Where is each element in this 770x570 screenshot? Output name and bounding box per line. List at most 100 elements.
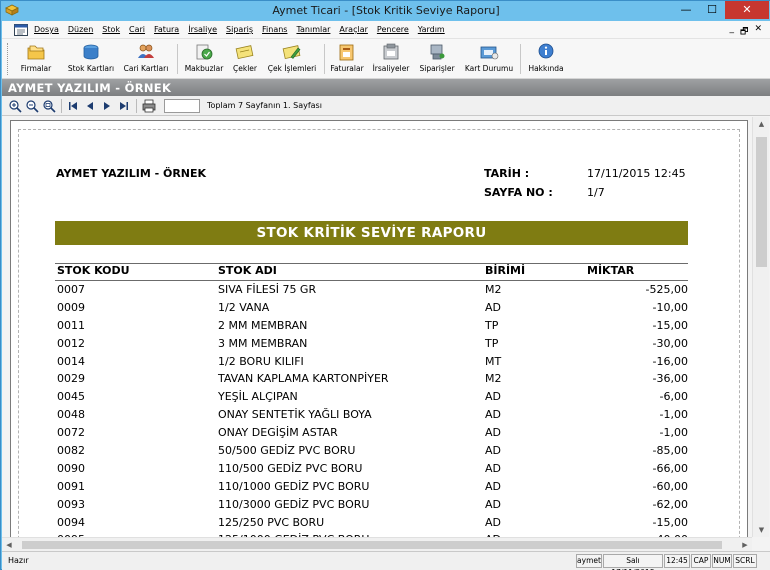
menu-stok[interactable]: Stok <box>102 25 120 34</box>
folders-icon <box>27 45 45 60</box>
cell-unit: AD <box>485 300 501 314</box>
zoom-out-icon[interactable] <box>25 99 39 113</box>
cell-name: 110/500 GEDİZ PVC BORU <box>218 461 363 475</box>
cari-kartlari-button[interactable]: Cari Kartları <box>120 41 172 77</box>
company-name: AYMET YAZILIM - ÖRNEK <box>8 81 172 95</box>
scroll-right-arrow-icon[interactable]: ▶ <box>738 538 752 552</box>
cell-qty: -10,00 <box>652 300 688 314</box>
report-company: AYMET YAZILIM - ÖRNEK <box>56 167 207 180</box>
close-button[interactable]: ✕ <box>725 1 769 19</box>
report-date-label: TARİH : <box>484 167 530 180</box>
first-page-icon[interactable] <box>66 99 80 113</box>
menu-araclar[interactable]: Araçlar <box>339 25 367 34</box>
zoom-fit-icon[interactable] <box>42 99 56 113</box>
table-row: 0093 110/3000 GEDİZ PVC BORU AD -62,00 <box>55 498 688 516</box>
vertical-scrollbar[interactable]: ▲ ▼ <box>752 117 769 537</box>
cell-name: YEŞİL ALÇIPAN <box>218 390 298 404</box>
table-row: 0011 2 MM MEMBRAN TP -15,00 <box>55 319 688 337</box>
cell-code: 0014 <box>57 354 85 368</box>
menu-duzen[interactable]: Düzen <box>68 25 93 34</box>
toolbar-grip[interactable] <box>7 43 10 75</box>
menu-fatura[interactable]: Fatura <box>154 25 179 34</box>
title-bar[interactable]: Aymet Ticari - [Stok Kritik Seviye Rapor… <box>1 1 770 21</box>
hakkinda-button[interactable]: Hakkında <box>526 41 566 77</box>
minimize-button[interactable]: — <box>673 1 699 19</box>
firmalar-button[interactable]: Firmalar <box>16 41 56 77</box>
cell-unit: AD <box>485 408 501 422</box>
zoom-in-icon[interactable] <box>8 99 22 113</box>
menu-yardim[interactable]: Yardım <box>418 25 445 34</box>
last-page-icon[interactable] <box>117 99 131 113</box>
cell-name: 125/250 PVC BORU <box>218 515 325 529</box>
document-window-icon[interactable] <box>14 24 28 36</box>
cell-unit: M2 <box>485 283 502 296</box>
report-page-label: SAYFA NO : <box>484 186 553 199</box>
menu-cari[interactable]: Cari <box>129 25 145 34</box>
cell-name: 1/2 VANA <box>218 300 270 314</box>
cek-islemleri-button[interactable]: Çek İşlemleri <box>264 41 320 77</box>
cell-code: 0011 <box>57 318 85 332</box>
check-operations-icon <box>282 45 301 60</box>
kart-durumu-button[interactable]: Kart Durumu <box>464 41 514 77</box>
delivery-notes-icon <box>383 43 399 60</box>
next-page-icon[interactable] <box>100 99 114 113</box>
table-row: 0012 3 MM MEMBRAN TP -30,00 <box>55 337 688 355</box>
maximize-button[interactable]: ☐ <box>699 1 725 19</box>
makbuzlar-button[interactable]: Makbuzlar <box>182 41 226 77</box>
menu-dosya[interactable]: Dosya <box>34 25 59 34</box>
header-bottom-rule <box>55 280 688 281</box>
stok-kartlari-label: Stok Kartları <box>67 64 115 73</box>
stok-kartlari-button[interactable]: Stok Kartları <box>64 41 118 77</box>
vertical-scroll-thumb[interactable] <box>756 137 767 267</box>
page-number-input[interactable] <box>164 99 200 113</box>
column-header-code: STOK KODU <box>57 264 130 277</box>
app-window: Aymet Ticari - [Stok Kritik Seviye Rapor… <box>0 0 770 570</box>
cell-unit: AD <box>485 444 501 458</box>
cell-name: 2 MM MEMBRAN <box>218 318 308 332</box>
menu-tanimlar[interactable]: Tanımlar <box>296 25 330 34</box>
cell-qty: -525,00 <box>645 283 688 296</box>
print-icon[interactable] <box>142 99 156 113</box>
cell-unit: AD <box>485 426 501 440</box>
previous-page-icon[interactable] <box>83 99 97 113</box>
horizontal-scroll-thumb[interactable] <box>22 541 722 549</box>
scroll-up-arrow-icon[interactable]: ▲ <box>753 117 770 131</box>
column-header-qty: MİKTAR <box>587 264 635 277</box>
cekler-button[interactable]: Çekler <box>230 41 260 77</box>
report-date-value: 17/11/2015 12:45 <box>587 167 686 180</box>
cell-unit: MT <box>485 354 502 368</box>
cell-code: 0091 <box>57 479 85 493</box>
faturalar-button[interactable]: Faturalar <box>328 41 366 77</box>
report-column-headers: STOK KODU STOK ADI BİRİMİ MİKTAR <box>55 264 688 280</box>
cek-islemleri-label: Çek İşlemleri <box>267 64 317 73</box>
menu-bar: Dosya Düzen Stok Cari Fatura İrsaliye Si… <box>2 21 770 39</box>
cell-unit: AD <box>485 497 501 511</box>
scroll-left-arrow-icon[interactable]: ◀ <box>2 538 16 552</box>
table-row: 0094 125/250 PVC BORU AD -15,00 <box>55 516 688 534</box>
table-row: 0029 TAVAN KAPLAMA KARTONPİYER M2 -36,00 <box>55 372 688 390</box>
menu-siparis[interactable]: Sipariş <box>226 25 253 34</box>
cell-qty: -60,00 <box>652 479 688 493</box>
cell-code: 0029 <box>57 372 85 386</box>
status-time: 12:45 <box>664 554 690 568</box>
cell-unit: AD <box>485 461 501 475</box>
horizontal-scrollbar[interactable]: ◀ ▶ <box>2 537 752 551</box>
cell-name: TAVAN KAPLAMA KARTONPİYER <box>218 372 389 386</box>
siparisler-button[interactable]: Siparişler <box>416 41 458 77</box>
cell-name: ONAY SENTETİK YAĞLI BOYA <box>218 408 372 422</box>
column-header-unit: BİRİMİ <box>485 264 526 277</box>
irsaliyeler-button[interactable]: İrsaliyeler <box>370 41 412 77</box>
menu-irsaliye[interactable]: İrsaliye <box>188 25 217 34</box>
kart-durumu-label: Kart Durumu <box>464 64 514 73</box>
menu-pencere[interactable]: Pencere <box>377 25 409 34</box>
receipts-icon <box>196 44 213 60</box>
window-title: Aymet Ticari - [Stok Kritik Seviye Rapor… <box>272 4 500 17</box>
cell-code: 0007 <box>57 283 85 296</box>
status-caps: CAP <box>691 554 711 568</box>
scroll-down-arrow-icon[interactable]: ▼ <box>753 523 770 537</box>
cell-name: 3 MM MEMBRAN <box>218 336 308 350</box>
menu-finans[interactable]: Finans <box>262 25 287 34</box>
mdi-close-button[interactable]: ✕ <box>754 24 762 40</box>
mdi-restore-button[interactable]: 🗗 <box>740 24 748 40</box>
mdi-minimize-button[interactable]: _ <box>730 24 735 40</box>
